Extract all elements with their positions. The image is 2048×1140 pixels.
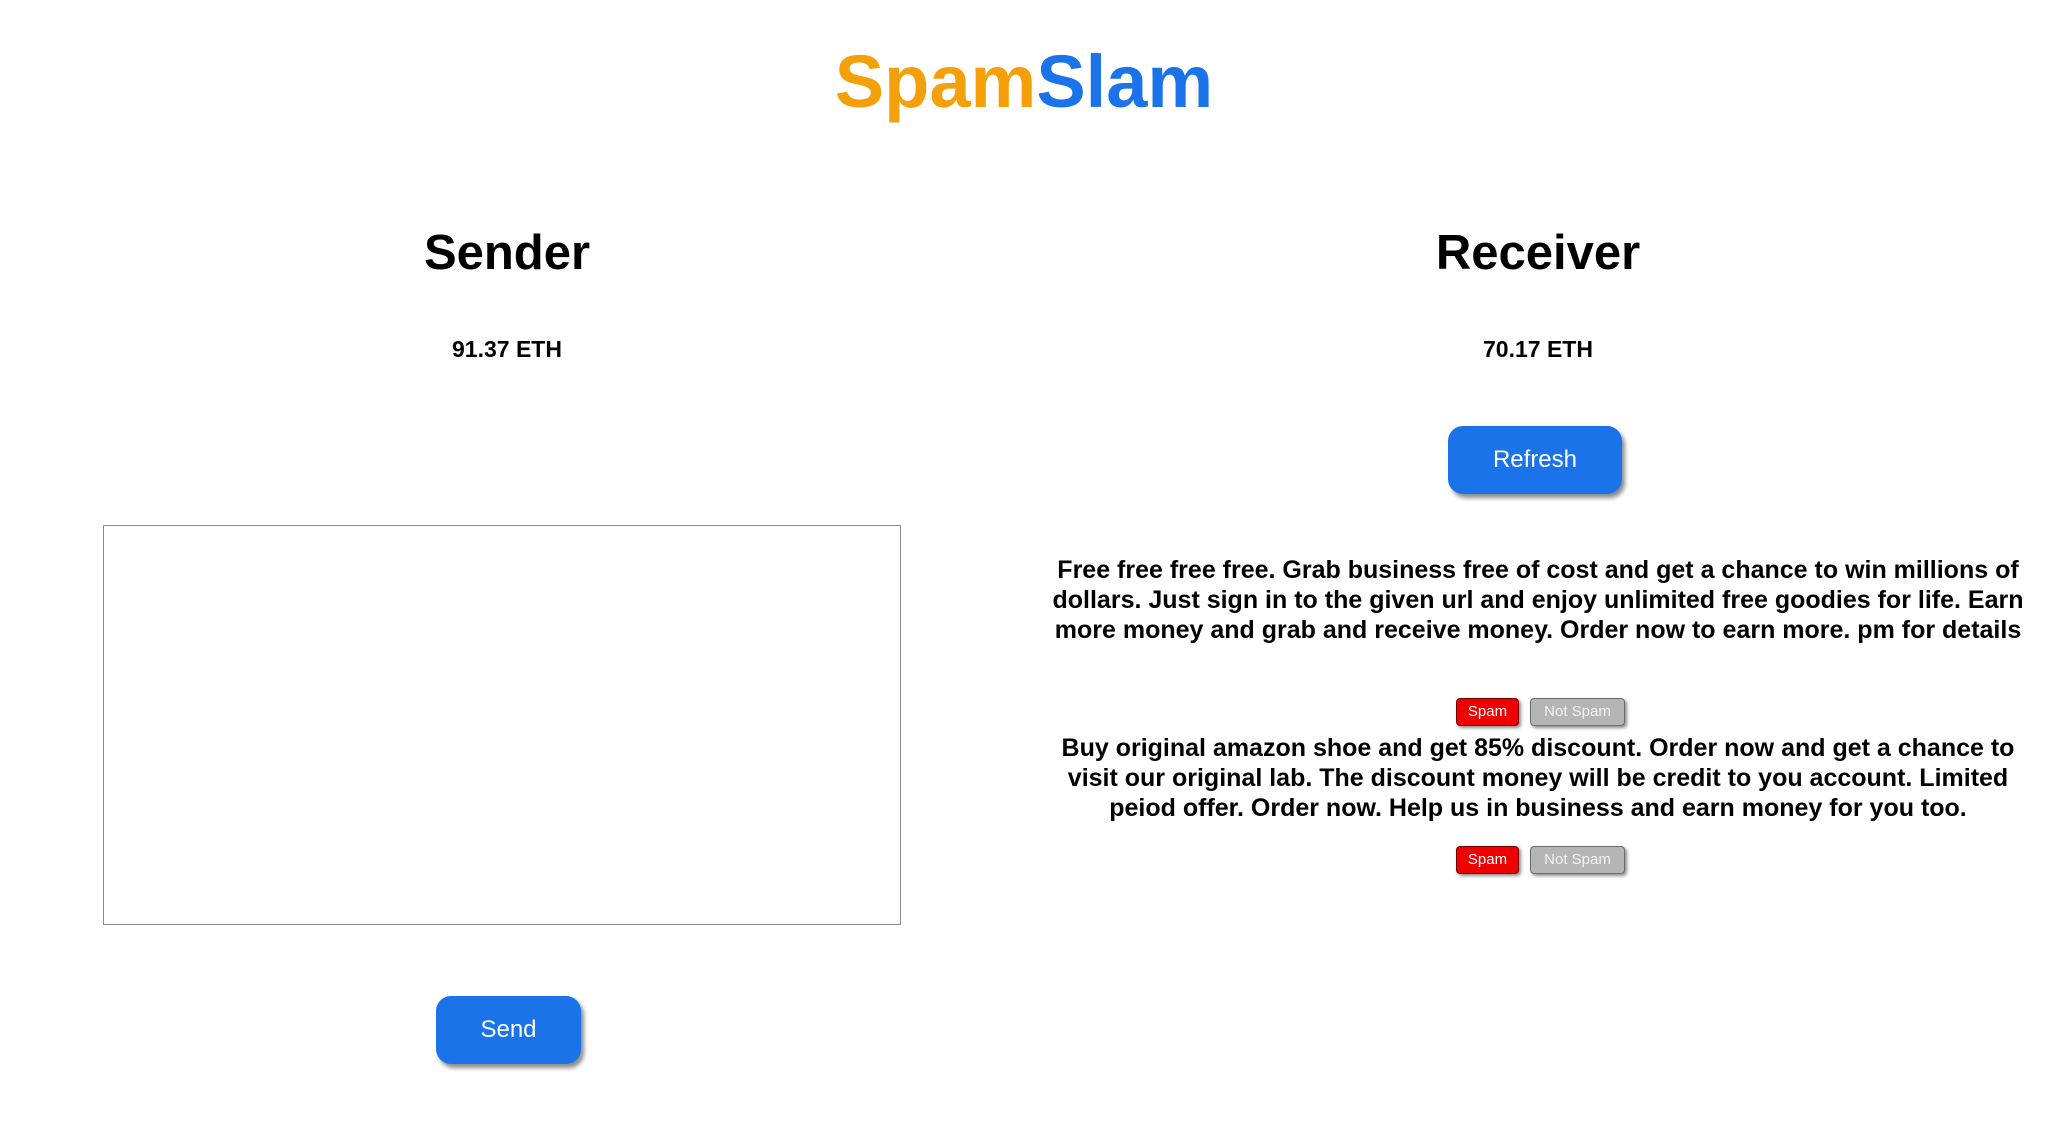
message-text: Buy original amazon shoe and get 85% dis… <box>1061 734 2015 822</box>
not-spam-button[interactable]: Not Spam <box>1530 846 1625 874</box>
refresh-button[interactable]: Refresh <box>1448 426 1622 494</box>
not-spam-button[interactable]: Not Spam <box>1530 698 1625 726</box>
message-input[interactable] <box>103 525 901 925</box>
receiver-balance: 70.17 ETH <box>1483 336 1593 362</box>
app-title: SpamSlam <box>0 38 2048 126</box>
spam-button[interactable]: Spam <box>1456 698 1519 726</box>
spam-button[interactable]: Spam <box>1456 846 1519 874</box>
sender-balance: 91.37 ETH <box>452 336 562 362</box>
app-title-slam: Slam <box>1036 40 1214 123</box>
receiver-heading: Receiver <box>1435 226 1641 280</box>
app-title-spam: Spam <box>834 40 1037 123</box>
sender-heading: Sender <box>423 226 591 280</box>
send-button[interactable]: Send <box>436 996 581 1064</box>
message-text: Free free free free. Grab business free … <box>1052 556 2024 644</box>
